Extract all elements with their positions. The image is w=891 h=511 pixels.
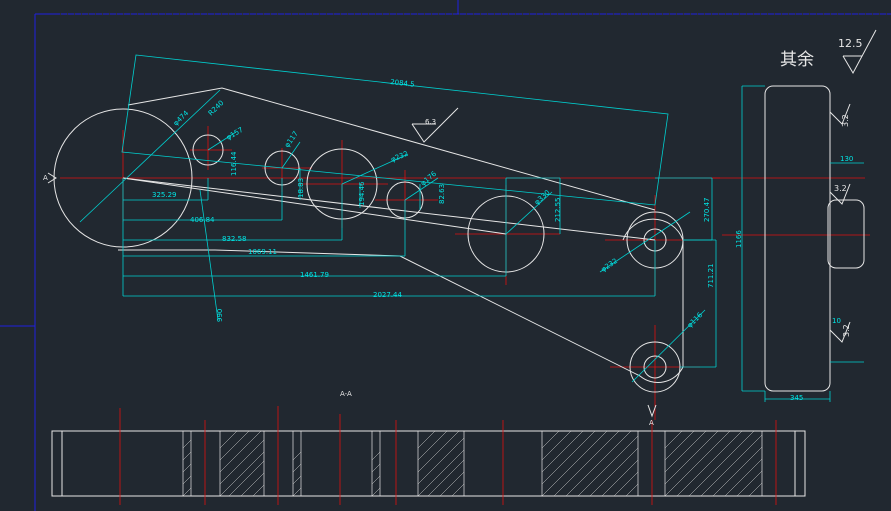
dim-h-832: 832.58 (222, 235, 247, 243)
roughness-side-3: 3.2 (842, 324, 851, 337)
roughness-side-2: 3.2 (834, 184, 847, 193)
remaining-roughness-label: 其余 (780, 50, 814, 70)
dim-top-slant: 2084.5 (390, 78, 415, 89)
roughness-top: 6.3 (425, 118, 436, 126)
roughness-symbols (47, 29, 877, 418)
dim-big-left-diameter: φ474 (172, 109, 191, 128)
dim-h-325: 325.29 (152, 191, 177, 199)
dim-slot-bottom: 10 (832, 317, 841, 325)
dim-v-711: 711.21 (707, 264, 715, 289)
section-mark-left: A (43, 174, 48, 182)
section-view (51, 406, 806, 505)
dim-r1: R240 (207, 99, 226, 117)
dim-v-212: 212.55 (554, 198, 562, 223)
dim-v-194: 194.46 (358, 181, 366, 206)
dim-h-1069: 1069.11 (248, 248, 277, 256)
cad-drawing: 其余 12.5 A-A A A 6.3 3.2 3.2 3.2 2084.5 φ… (0, 0, 891, 511)
dim-side-width: 345 (790, 394, 803, 402)
dim-v-270: 270.47 (703, 198, 711, 223)
dim-c3: φ232 (390, 150, 410, 164)
dim-c1: φ157 (225, 126, 245, 142)
dim-h-406: 406.84 (190, 216, 215, 224)
dim-h-1461: 1461.79 (300, 271, 329, 279)
dim-v-186: 18.83 (297, 178, 305, 198)
dim-v-116: 116.44 (230, 151, 238, 176)
dim-side-height: 1166 (735, 230, 743, 248)
dim-c4: φ176 (419, 169, 438, 187)
section-hatching (182, 430, 763, 497)
dim-c6: φ232 (600, 257, 619, 274)
dim-h-2027: 2027.44 (373, 291, 402, 299)
section-label: A-A (340, 390, 352, 398)
centerlines (60, 126, 870, 420)
dim-slot-width: 130 (840, 155, 853, 163)
drawing-frame (0, 0, 891, 511)
side-view (741, 85, 865, 402)
dim-v-82: 82.63 (438, 184, 446, 204)
roughness-side-1: 3.2 (841, 114, 850, 127)
roughness-value: 12.5 (838, 37, 863, 50)
section-mark-bottom: A (649, 419, 654, 427)
dim-c5: φ330 (533, 189, 552, 207)
dim-v-990: 990 (216, 309, 224, 322)
